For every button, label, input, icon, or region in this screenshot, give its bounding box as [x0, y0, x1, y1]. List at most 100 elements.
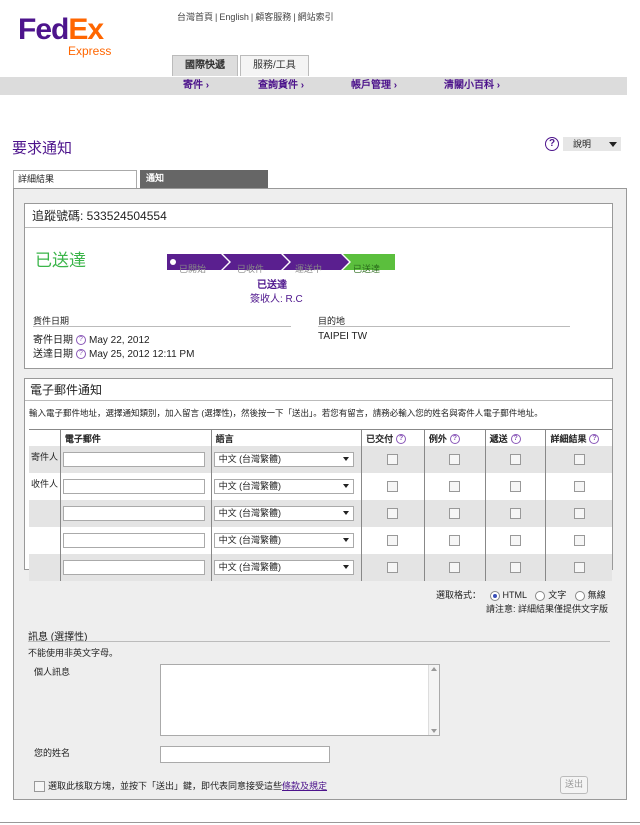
checkbox-delivered[interactable]: [387, 454, 399, 465]
email-input[interactable]: [62, 533, 205, 548]
logo-ex: Ex: [68, 13, 104, 46]
radio-wireless[interactable]: [574, 590, 585, 601]
radio-wireless-label: 無線: [587, 590, 606, 600]
page-title: 要求通知: [12, 140, 73, 157]
terms-link[interactable]: 條款及規定: [282, 781, 327, 791]
help-dropdown[interactable]: 說明: [563, 137, 621, 151]
checkbox-delivery[interactable]: [510, 481, 522, 492]
checkbox-exception[interactable]: [449, 535, 461, 546]
tab-services-tools[interactable]: 服務/工具: [240, 55, 309, 76]
help-icon[interactable]: ?: [589, 434, 600, 445]
help-icon[interactable]: ?: [76, 335, 86, 346]
step-label-4: 已送達: [353, 263, 380, 274]
your-name-input[interactable]: [160, 746, 330, 763]
table-row: 中文 (台灣繁體): [29, 527, 612, 554]
checkbox-exception[interactable]: [449, 454, 461, 465]
help-icon[interactable]: ?: [76, 349, 86, 360]
fedex-logo[interactable]: FedEx Express: [18, 14, 128, 60]
email-notification-panel: 電子郵件通知 輸入電子郵件地址，選擇通知類別，加入留言 (選擇性)，然後按一下「…: [24, 378, 613, 581]
col-exception: 例外?: [423, 429, 486, 446]
help-control[interactable]: ? 說明: [545, 137, 625, 153]
link-taiwan-home[interactable]: 台灣首頁: [175, 12, 215, 22]
language-select[interactable]: 中文 (台灣繁體): [213, 479, 354, 494]
email-input[interactable]: [62, 452, 205, 467]
email-input[interactable]: [62, 479, 205, 494]
logo-express: Express: [68, 44, 112, 58]
language-select[interactable]: 中文 (台灣繁體): [213, 506, 354, 521]
header-blank: [29, 429, 61, 446]
radio-text-label: 文字: [548, 590, 567, 600]
link-site-index[interactable]: 網站索引: [296, 12, 336, 22]
email-input[interactable]: [62, 560, 205, 575]
checkbox-delivered[interactable]: [387, 508, 399, 519]
checkbox-details[interactable]: [573, 481, 585, 492]
format-selector: 選取格式： HTML 文字 無線: [436, 588, 606, 601]
scroll-up-icon[interactable]: [431, 667, 437, 671]
help-icon[interactable]: ?: [545, 137, 559, 151]
radio-html[interactable]: [489, 590, 500, 601]
col-delivery: 遞送?: [484, 429, 546, 446]
checkbox-delivery[interactable]: [510, 454, 522, 465]
email-input[interactable]: [62, 506, 205, 521]
col-email: 電子郵件: [59, 429, 212, 446]
status-bold: 已送達: [257, 280, 287, 291]
tab-notify[interactable]: 通知: [140, 170, 268, 188]
step-label-3: 運送中: [295, 263, 322, 274]
divider: [33, 326, 291, 327]
textarea-scrollbar[interactable]: [428, 665, 439, 735]
checkbox-delivered[interactable]: [387, 481, 399, 492]
divider: [28, 641, 610, 642]
language-select[interactable]: 中文 (台灣繁體): [213, 533, 354, 548]
help-icon[interactable]: ?: [449, 434, 460, 445]
scroll-down-icon[interactable]: [431, 729, 437, 733]
checkbox-delivery[interactable]: [510, 508, 522, 519]
table-row: 中文 (台灣繁體): [29, 500, 612, 527]
message-note: 不能使用非英文字母。: [28, 648, 119, 658]
checkbox-exception[interactable]: [449, 481, 461, 492]
checkbox-details[interactable]: [573, 454, 585, 465]
submit-button[interactable]: 送出: [560, 776, 588, 794]
nav-account[interactable]: 帳戶管理 ›: [351, 77, 397, 95]
main-tabs: 國際快遞 服務/工具: [172, 55, 311, 77]
col-delivery-label: 遞送: [489, 433, 508, 444]
row-label: 收件人: [29, 473, 61, 500]
col-exception-label: 例外: [428, 433, 447, 444]
language-cell: 中文 (台灣繁體): [210, 446, 362, 473]
row-label: [29, 527, 61, 554]
row-label: [29, 554, 61, 581]
link-customer-service[interactable]: 顧客服務: [253, 12, 293, 22]
checkbox-delivered[interactable]: [387, 562, 399, 573]
link-english[interactable]: English: [217, 12, 251, 22]
step-label-2: 已收件: [237, 263, 264, 274]
checkbox-details[interactable]: [573, 508, 585, 519]
radio-text[interactable]: [535, 590, 546, 601]
tracking-panel: 追蹤號碼: 533524504554 已送達 已開始 已收件 運送中 已送達 已…: [24, 203, 613, 369]
nav-customs[interactable]: 清關小百科 ›: [444, 77, 500, 95]
help-icon[interactable]: ?: [396, 434, 407, 445]
checkbox-exception[interactable]: [449, 508, 461, 519]
step-label-1: 已開始: [179, 263, 206, 274]
language-select[interactable]: 中文 (台灣繁體): [213, 560, 354, 575]
checkbox-delivery[interactable]: [510, 535, 522, 546]
email-instructions: 輸入電子郵件地址，選擇通知類別，加入留言 (選擇性)，然後按一下「送出」。若您有…: [29, 408, 543, 418]
checkbox-details[interactable]: [573, 535, 585, 546]
tab-international[interactable]: 國際快遞: [172, 55, 238, 76]
status-delivered: 已送達: [35, 251, 86, 270]
table-row: 寄件人 中文 (台灣繁體): [29, 446, 612, 473]
col-language: 語言: [210, 429, 362, 446]
tab-details[interactable]: 詳細結果: [13, 170, 137, 188]
checkbox-details[interactable]: [573, 562, 585, 573]
agree-row: 選取此核取方塊，並按下「送出」鍵，即代表同意接受這些條款及規定: [34, 779, 327, 793]
personal-message-textarea[interactable]: [160, 664, 440, 736]
help-icon[interactable]: ?: [510, 434, 521, 445]
agree-checkbox[interactable]: [34, 781, 45, 793]
checkbox-delivered[interactable]: [387, 535, 399, 546]
nav-ship[interactable]: 寄件 ›: [183, 77, 209, 95]
checkbox-delivery[interactable]: [510, 562, 522, 573]
your-name-label: 您的姓名: [34, 748, 71, 758]
nav-track[interactable]: 查詢貨件 ›: [258, 77, 304, 95]
table-row: 收件人 中文 (台灣繁體): [29, 473, 612, 500]
language-select[interactable]: 中文 (台灣繁體): [213, 452, 354, 467]
checkbox-exception[interactable]: [449, 562, 461, 573]
delivery-date-row: 送達日期? May 25, 2012 12:11 PM: [33, 345, 194, 360]
